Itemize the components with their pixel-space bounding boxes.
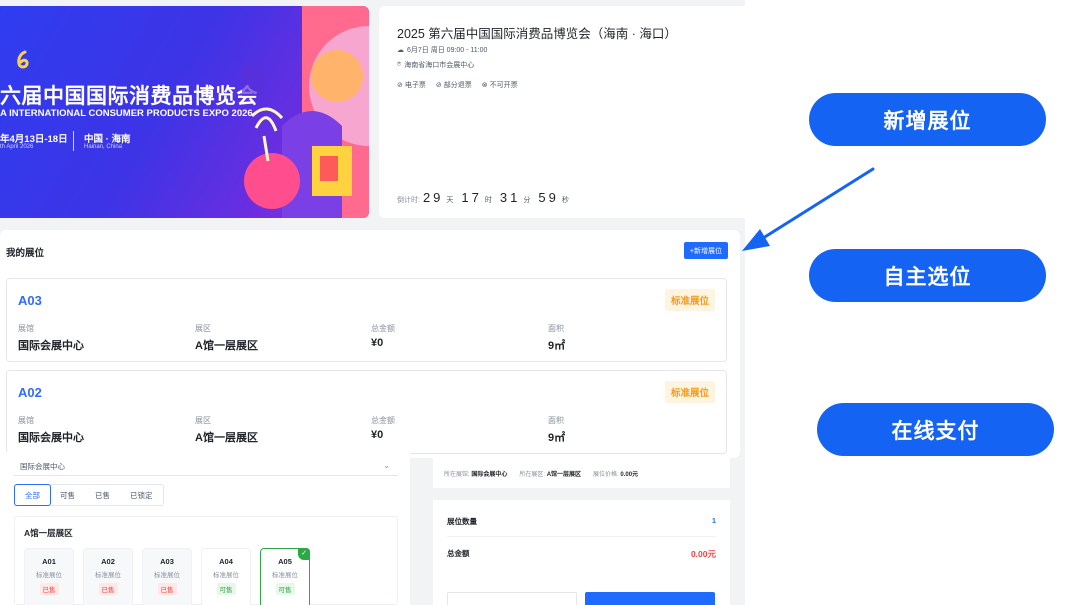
app-screenshot: 六届中国国际消费品博览会 A INTERNATIONAL CONSUMER PR… xyxy=(0,0,745,605)
expo-banner: 六届中国国际消费品博览会 A INTERNATIONAL CONSUMER PR… xyxy=(0,6,369,218)
divider xyxy=(447,536,716,537)
order-summary: 展位数量 1 总金额 0.00元 xyxy=(433,500,730,605)
booth-code: A02 xyxy=(18,385,42,400)
banner-divider xyxy=(73,131,74,151)
booth-selection-panel: 国际会展中心 ⌄ 全部 可售 已售 已锁定 A馆一层展区 A01 标准展位 已售… xyxy=(0,452,410,605)
stage: 六届中国国际消费品博览会 A INTERNATIONAL CONSUMER PR… xyxy=(0,0,1080,605)
booth-count-row: 展位数量 1 xyxy=(447,516,716,526)
slot-status-badge: 已售 xyxy=(39,583,59,595)
event-info-card: 2025 第六届中国国际消费品博览会（海南 · 海口） ☁ 6月7日 周日 09… xyxy=(379,6,745,218)
add-booth-button[interactable]: +新增展位 xyxy=(683,242,728,259)
banner-subtitle: A INTERNATIONAL CONSUMER PRODUCTS EXPO 2… xyxy=(0,108,253,119)
slot-status-badge: 已售 xyxy=(157,583,177,595)
booth-slot[interactable]: A02 标准展位 已售 xyxy=(83,548,133,605)
event-address: 海南省海口市会展中心 xyxy=(404,62,475,69)
check-circle-icon: ⊘ xyxy=(397,82,403,89)
banner-location-en: Hainan, China xyxy=(84,144,123,150)
slot-status-badge: 可售 xyxy=(216,583,236,595)
booth-slot[interactable]: A01 标准展位 已售 xyxy=(24,548,74,605)
slot-status-badge: 可售 xyxy=(275,583,295,595)
hall-title: A馆一层展区 xyxy=(24,528,73,538)
booth-zone: 展区 A馆一层展区 xyxy=(195,324,258,352)
booth-zone: 展区 A馆一层展区 xyxy=(195,416,258,444)
event-time-row: ☁ 6月7日 周日 09:00 - 11:00 xyxy=(397,45,487,55)
banner-location: 中国 · 海南 xyxy=(84,134,131,145)
event-time: 6月7日 周日 09:00 - 11:00 xyxy=(407,47,488,54)
location-pin-icon: ⌾ xyxy=(397,61,402,68)
slot-status-badge: 已售 xyxy=(98,583,118,595)
status-filter-tabs: 全部 可售 已售 已锁定 xyxy=(14,484,164,506)
event-title: 2025 第六届中国国际消费品博览会（海南 · 海口） xyxy=(397,27,677,41)
booth-slot[interactable]: A04 标准展位 可售 xyxy=(201,548,251,605)
banner-title: 六届中国国际消费品博览会 xyxy=(0,85,258,108)
filter-tab-all[interactable]: 全部 xyxy=(14,484,51,506)
check-circle-icon: ⊘ xyxy=(435,82,442,89)
booth-amount: 总金额 ¥0 xyxy=(371,324,395,349)
filter-tab-available[interactable]: 可售 xyxy=(50,485,85,505)
booth-slot[interactable]: A03 标准展位 已售 xyxy=(142,548,192,605)
booth-card[interactable]: A03 标准展位 展馆 国际会展中心 展区 A馆一层展区 总金额 ¥0 面积 9… xyxy=(6,278,727,362)
booth-venue: 展馆 国际会展中心 xyxy=(18,416,84,444)
cloud-icon: ☁ xyxy=(397,47,404,54)
callout-self-select: 自主选位 xyxy=(809,249,1046,302)
countdown-minutes: 31 xyxy=(499,190,521,205)
primary-action-button[interactable] xyxy=(585,592,715,605)
chevron-down-icon: ⌄ xyxy=(383,461,390,470)
booth-amount: 总金额 ¥0 xyxy=(371,416,395,441)
booth-type-badge: 标准展位 xyxy=(664,381,715,403)
filter-tab-locked[interactable]: 已锁定 xyxy=(120,485,163,505)
event-tag: ⊗ 不可开票 xyxy=(481,82,518,89)
countdown-days: 29 xyxy=(422,190,444,205)
countdown-label: 倒计时: xyxy=(397,197,420,204)
banner-date-en: th April 2026 xyxy=(0,144,34,150)
event-tags: ⊘ 电子票 ⊘ 部分退票 ⊗ 不可开票 xyxy=(397,80,518,90)
booth-code: A03 xyxy=(18,293,42,308)
booth-venue: 展馆 国际会展中心 xyxy=(18,324,84,352)
venue-select[interactable]: 国际会展中心 ⌄ xyxy=(14,458,398,476)
callout-add-booth: 新增展位 xyxy=(809,93,1046,146)
selected-booth-info: 所在展馆: 国际会展中心 所在展区: A馆一层展区 展位价格: 0.00元 xyxy=(433,458,730,488)
countdown-hours: 17 xyxy=(461,190,482,205)
booth-slot-selected[interactable]: ✓ A05 标准展位 可售 xyxy=(260,548,310,605)
booth-card[interactable]: A02 标准展位 展馆 国际会展中心 展区 A馆一层展区 总金额 ¥0 面积 9… xyxy=(6,370,727,454)
my-booths-title: 我的展位 xyxy=(6,248,45,259)
countdown: 倒计时: 29 天 17 时 31 分 59 秒 xyxy=(397,190,569,205)
check-icon: ✓ xyxy=(298,548,310,560)
event-tag: ⊘ 部分退票 xyxy=(435,82,472,89)
my-booths-panel: 我的展位 +新增展位 A03 标准展位 展馆 国际会展中心 展区 A馆一层展区 … xyxy=(0,230,740,458)
secondary-action-button[interactable] xyxy=(447,592,577,605)
event-tag: ⊘ 电子票 xyxy=(397,82,426,89)
booth-area: 面积 9㎡ xyxy=(548,416,566,444)
event-address-row: ⌾ 海南省海口市会展中心 xyxy=(397,60,474,70)
callout-online-pay: 在线支付 xyxy=(817,403,1054,456)
booth-area: 面积 9㎡ xyxy=(548,324,566,352)
countdown-seconds: 59 xyxy=(538,190,559,205)
x-circle-icon: ⊗ xyxy=(481,82,488,89)
booth-type-badge: 标准展位 xyxy=(664,289,715,311)
banner-artwork xyxy=(242,6,369,218)
total-amount-row: 总金额 0.00元 xyxy=(447,549,716,559)
hall-floor-map: A馆一层展区 A01 标准展位 已售 A02 标准展位 已售 A03 标准展位 … xyxy=(14,516,398,605)
filter-tab-sold[interactable]: 已售 xyxy=(85,485,120,505)
expo-logo-icon xyxy=(17,50,29,69)
banner-date: 年4月13日-18日 xyxy=(0,134,68,145)
